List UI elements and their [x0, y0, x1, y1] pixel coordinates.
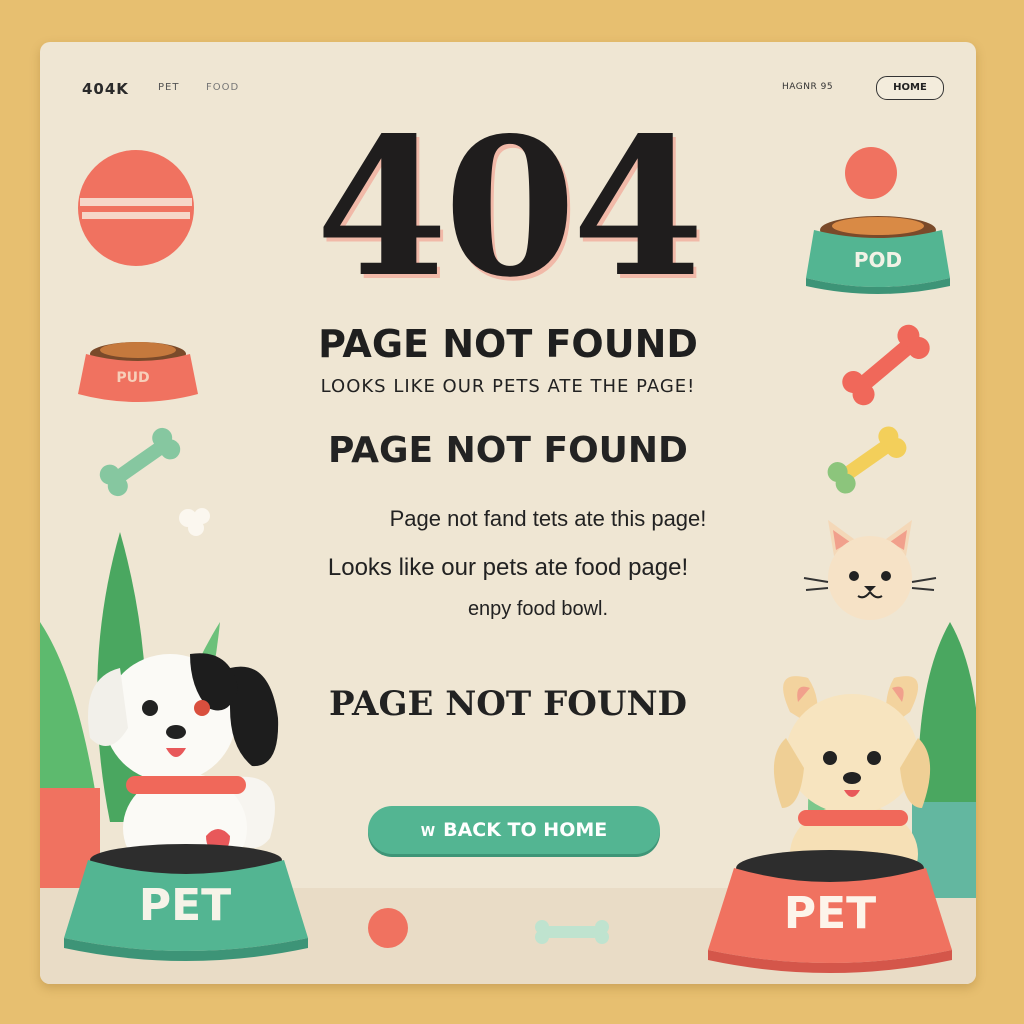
nav-item-food[interactable]: FOOD — [206, 82, 239, 93]
nav-item-pet[interactable]: PET — [158, 82, 179, 93]
small-ball-icon — [845, 147, 897, 199]
bowl-label-top-right: POD — [853, 248, 903, 272]
bowl-label-bottom-left: PET — [138, 880, 232, 931]
bone-icon-red — [842, 324, 930, 406]
nav-right-text[interactable]: HAGNR 95 — [782, 82, 833, 92]
bone-icon-yellow-green — [827, 426, 907, 494]
bowl-label-left-small: PUD — [116, 370, 150, 386]
floor-kibble-icon — [368, 908, 408, 948]
back-to-home-button[interactable]: W BACK TO HOME — [368, 806, 660, 854]
error-card: 404K PET FOOD HAGNR 95 HOME 404 PAGE NOT… — [40, 42, 976, 984]
ball-icon — [78, 150, 194, 266]
dog-left-icon — [88, 653, 279, 883]
back-arrow-icon: W — [420, 825, 436, 840]
back-to-home-label: BACK TO HOME — [443, 819, 608, 841]
cat-face-icon — [803, 520, 937, 620]
bone-icon-left — [99, 427, 181, 497]
floor-bone-icon — [535, 920, 609, 944]
bowl-label-bottom-right: PET — [783, 888, 877, 939]
